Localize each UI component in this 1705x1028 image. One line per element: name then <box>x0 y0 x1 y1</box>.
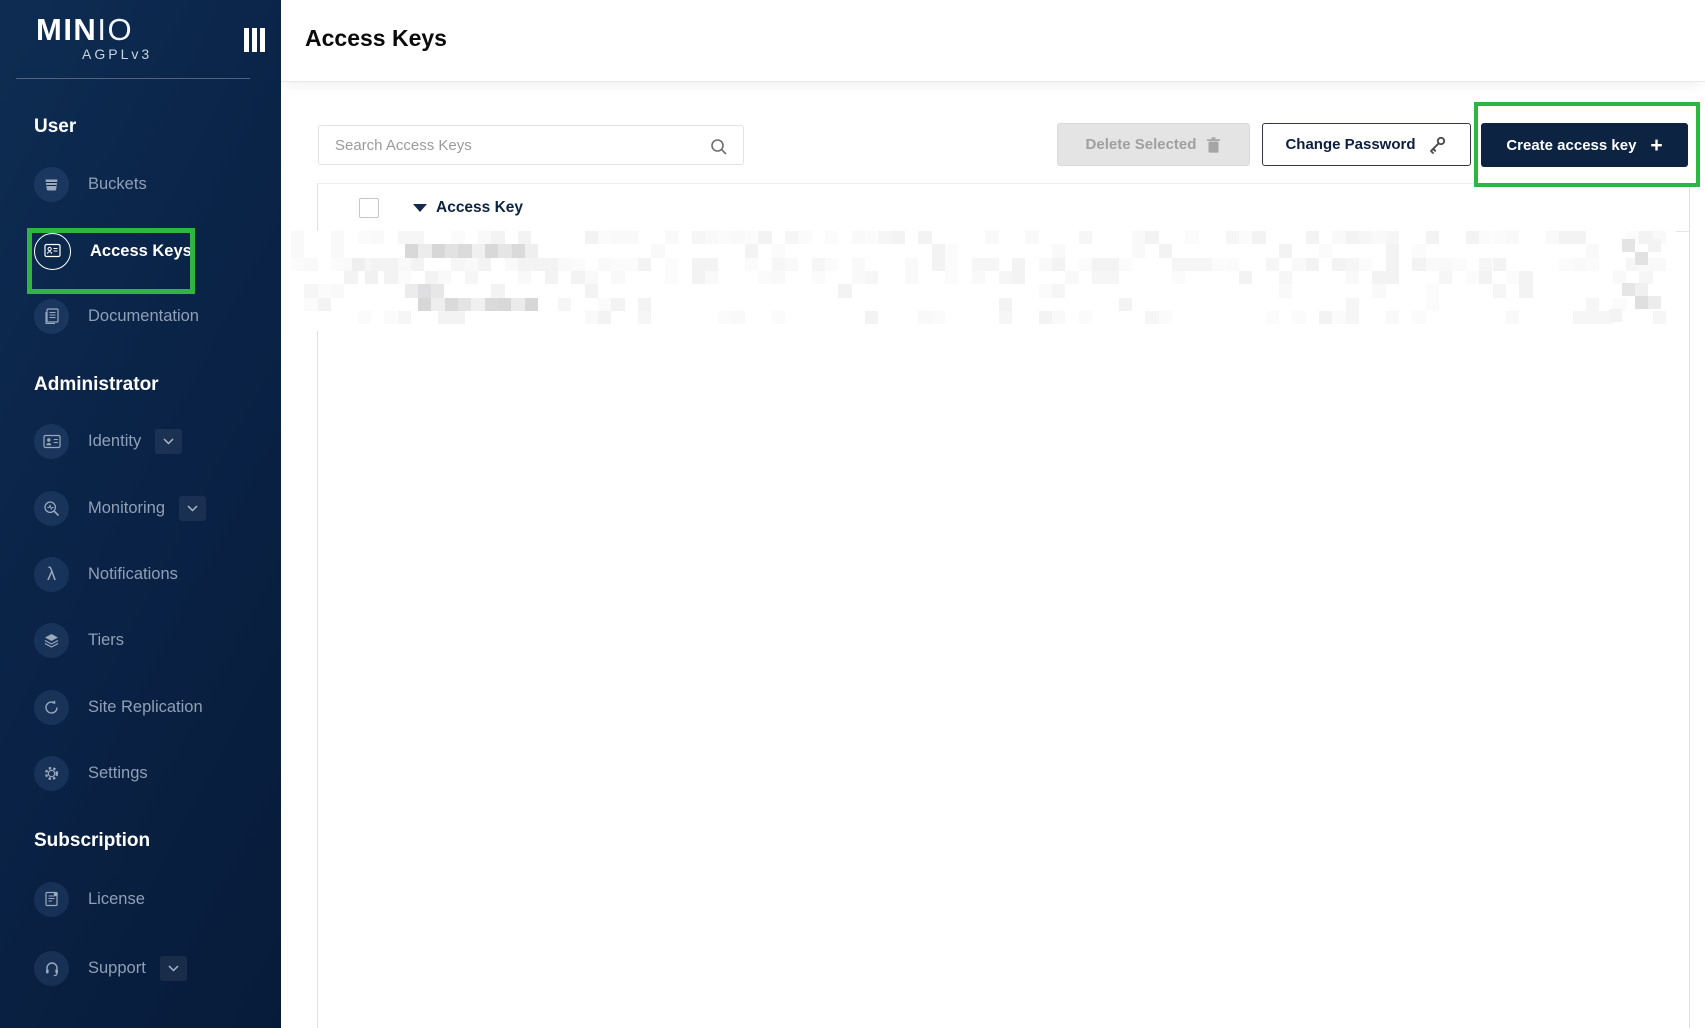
sidebar-item-buckets[interactable]: Buckets <box>0 151 281 217</box>
sidebar-divider <box>16 78 250 79</box>
chevron-down-icon <box>187 504 198 512</box>
minio-logo: MINIO <box>36 12 133 48</box>
sidebar-item-label: Settings <box>88 763 148 782</box>
delete-selected-button[interactable]: Delete Selected <box>1057 123 1250 166</box>
documentation-icon <box>45 307 59 324</box>
column-header-access-key[interactable]: Access Key <box>436 184 523 231</box>
trash-icon <box>1207 136 1221 153</box>
create-access-key-button[interactable]: Create access key + <box>1481 123 1688 167</box>
support-headset-icon <box>45 961 58 976</box>
sidebar-item-site-replication[interactable]: Site Replication <box>0 674 281 740</box>
sidebar-item-documentation[interactable]: Documentation <box>0 283 281 349</box>
license-edition-label: AGPLv3 <box>82 46 153 62</box>
bucket-icon <box>45 179 58 191</box>
logo-text-light: IO <box>97 12 134 47</box>
key-icon <box>1429 136 1445 154</box>
plus-icon: + <box>1650 133 1663 157</box>
license-document-icon <box>44 891 58 906</box>
sidebar-item-settings[interactable]: Settings <box>0 740 281 806</box>
create-access-key-label: Create access key <box>1506 136 1637 154</box>
sidebar: MINIO AGPLv3 User Buckets Access Keys Do… <box>0 0 281 1028</box>
sidebar-section-subscription: Subscription <box>34 830 151 851</box>
sidebar-item-label: Documentation <box>88 306 199 325</box>
sidebar-item-label: Identity <box>88 431 142 450</box>
lambda-icon: λ <box>47 564 56 584</box>
sidebar-item-notifications[interactable]: λ Notifications <box>0 541 281 607</box>
sidebar-section-administrator: Administrator <box>34 374 159 395</box>
sidebar-item-label: Notifications <box>88 564 178 583</box>
sidebar-item-identity[interactable]: Identity <box>0 408 281 474</box>
table-header-row: Access Key <box>318 184 1689 232</box>
page-header: Access Keys <box>281 0 1705 82</box>
redacted-table-content <box>291 231 1676 331</box>
collapse-sidebar-button[interactable] <box>244 28 265 52</box>
sidebar-item-label: Monitoring <box>88 498 166 517</box>
sidebar-item-license[interactable]: License <box>0 866 281 932</box>
collapse-bar-icon <box>260 28 265 52</box>
chevron-down-icon <box>163 437 174 445</box>
sidebar-item-support[interactable]: Support <box>0 935 281 1001</box>
identity-card-icon <box>42 434 61 448</box>
main-content: Access Keys Delete Selected Change Passw… <box>281 0 1705 1028</box>
sidebar-item-tiers[interactable]: Tiers <box>0 607 281 673</box>
collapse-bar-icon <box>252 28 257 52</box>
sidebar-item-monitoring[interactable]: Monitoring <box>0 475 281 541</box>
sidebar-item-label: Site Replication <box>88 697 203 716</box>
sidebar-item-label: License <box>88 889 145 908</box>
logo-text-bold: MIN <box>36 12 98 47</box>
sidebar-item-access-keys[interactable]: Access Keys <box>0 218 281 284</box>
sort-desc-triangle-icon[interactable] <box>413 204 427 212</box>
tiers-layers-icon <box>44 633 59 648</box>
search-input[interactable] <box>318 125 744 165</box>
search-icon <box>709 137 729 162</box>
sidebar-item-label: Access Keys <box>90 241 192 260</box>
sidebar-section-user: User <box>34 116 77 137</box>
change-password-button[interactable]: Change Password <box>1262 123 1471 166</box>
access-keys-badge-icon <box>43 243 61 258</box>
gear-icon <box>44 766 59 780</box>
delete-selected-label: Delete Selected <box>1085 136 1197 153</box>
collapse-bar-icon <box>244 28 249 52</box>
sidebar-item-label: Tiers <box>88 630 125 649</box>
chevron-down-icon <box>168 964 179 972</box>
replication-refresh-icon <box>45 699 58 714</box>
change-password-label: Change Password <box>1285 136 1416 153</box>
monitoring-icon <box>44 500 60 516</box>
sidebar-item-label: Buckets <box>88 174 147 193</box>
sidebar-item-label: Support <box>88 958 146 977</box>
select-all-checkbox[interactable] <box>359 198 379 218</box>
page-title: Access Keys <box>305 25 447 51</box>
